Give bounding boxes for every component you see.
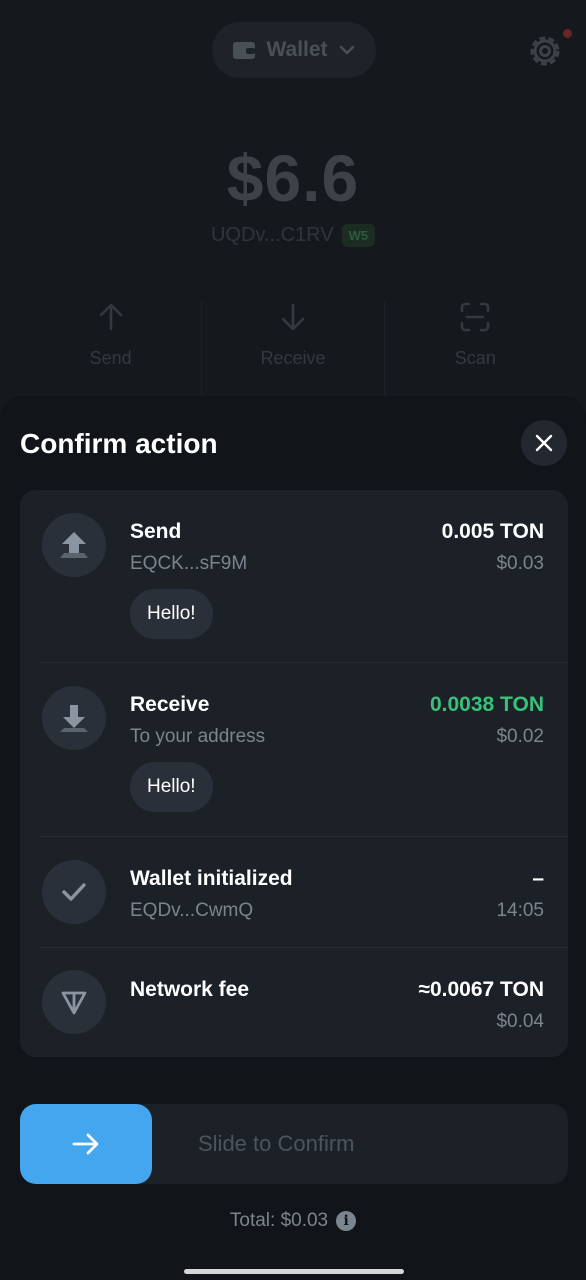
slide-to-confirm[interactable]: Slide to Confirm [20,1104,568,1184]
network-fee-amount: ≈0.0067 TON [418,978,544,1001]
send-fiat: $0.03 [496,553,544,574]
home-indicator [184,1269,404,1274]
receive-row: Receive To your address 0.0038 TON $0.02… [20,663,568,836]
notification-dot [563,29,572,38]
receive-icon [42,686,106,750]
scan-icon [461,302,490,332]
arrow-up-icon [99,303,122,331]
ton-icon [42,970,106,1034]
arrow-down-icon [281,303,305,331]
wallet-initialized-row: Wallet initialized EQDv...CwmQ – 14:05 [20,837,568,947]
chevron-down-icon [339,45,354,55]
total-row: Total: $0.03 i [0,1210,586,1232]
receive-title: Receive [130,693,210,716]
info-icon[interactable]: i [336,1211,357,1231]
close-icon [535,434,553,452]
send-comment: Hello! [130,589,213,639]
sheet-title: Confirm action [20,428,218,459]
send-row: Send EQCK...sF9M 0.005 TON $0.03 Hello! [20,490,568,662]
wallet-icon [233,42,256,59]
wallet-initialized-address: EQDv...CwmQ [130,900,254,921]
send-action: Send [20,300,201,396]
scan-action: Scan [383,300,566,396]
send-action-label: Send [89,348,132,368]
network-fee-title: Network fee [130,978,250,1001]
send-amount: 0.005 TON [441,520,544,543]
confirm-action-sheet: Confirm action Send EQCK...sF9M 0.005 TO… [0,396,586,1280]
check-icon [42,860,106,924]
settings-button [524,30,566,72]
total-amount: Total: $0.03 [229,1210,329,1231]
slider-label: Slide to Confirm [198,1131,355,1156]
receive-comment: Hello! [130,762,213,812]
receive-amount: 0.0038 TON [429,693,544,716]
actions-card: Send EQCK...sF9M 0.005 TON $0.03 Hello! … [20,490,568,1057]
network-fee-row: Network fee ≈0.0067 TON $0.04 [20,948,568,1057]
wallet-initialized-amount: – [532,867,544,890]
wallet-actions: Send Receive Scan [20,300,566,396]
receive-action-label: Receive [260,348,326,368]
wallet-selector-label: Wallet [266,38,328,61]
wallet-address-row: UQDv...C1RV W5 [0,224,586,247]
slider-handle[interactable] [20,1104,152,1184]
wallet-version-badge: W5 [341,224,376,247]
arrow-right-icon [72,1133,99,1155]
wallet-initialized-title: Wallet initialized [130,867,293,890]
close-button[interactable] [521,420,567,466]
network-fee-fiat: $0.04 [496,1011,544,1032]
send-title: Send [130,520,182,543]
send-recipient: EQCK...sF9M [130,553,248,574]
receive-action: Receive [201,300,383,396]
receive-fiat: $0.02 [496,726,544,747]
gear-icon [530,36,560,66]
scan-action-label: Scan [454,348,496,368]
balance-amount: $6.6 [226,141,360,215]
wallet-selector: Wallet [212,22,376,78]
receive-subtitle: To your address [130,726,266,747]
wallet-address: UQDv...C1RV [210,224,334,246]
send-icon [42,513,106,577]
wallet-screen-background: Wallet $6.6 UQDv...C1RV W5 Send Receive … [0,0,586,420]
wallet-initialized-time: 14:05 [496,900,544,921]
